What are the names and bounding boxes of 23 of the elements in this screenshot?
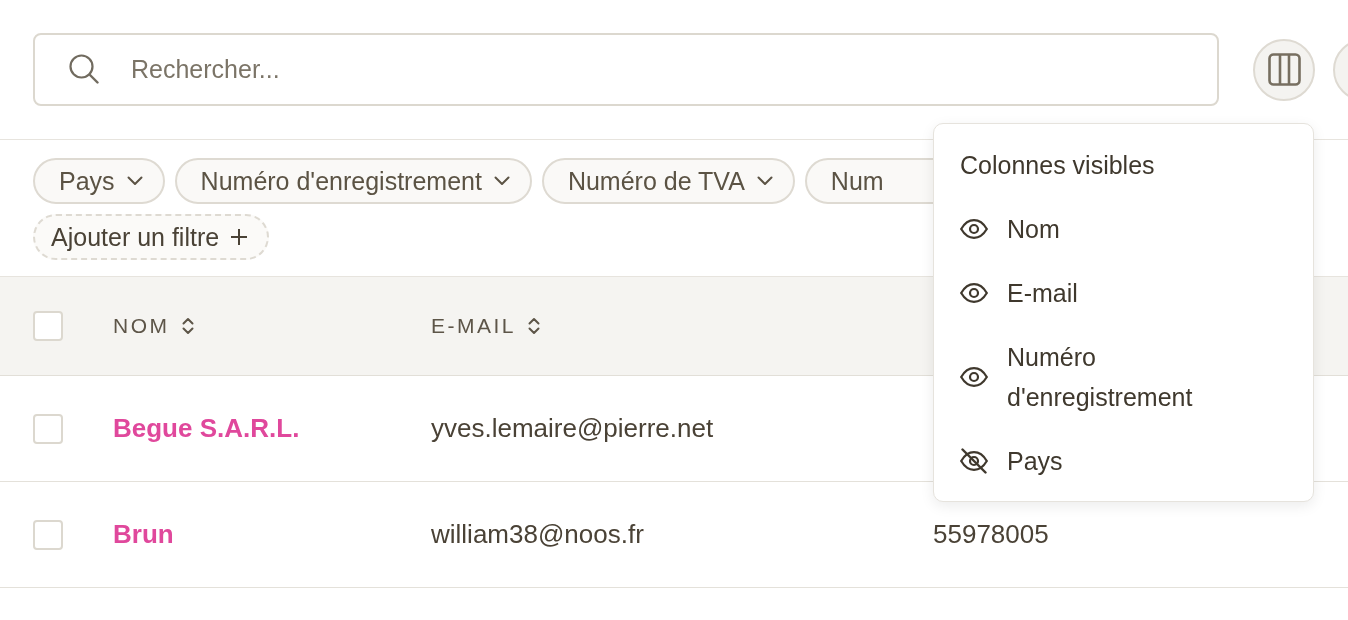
column-toggle[interactable]: E-mail bbox=[960, 273, 1078, 313]
menu-title: Colonnes visibles bbox=[960, 150, 1155, 181]
filter-chip[interactable]: Numéro d'enregistrement bbox=[174, 158, 532, 204]
email-cell: yves.lemaire@pierre.net bbox=[431, 413, 714, 444]
company-name-link[interactable]: Begue S.A.R.L. bbox=[113, 413, 300, 444]
column-header[interactable]: NOM bbox=[113, 314, 194, 338]
filter-chip[interactable]: Pays bbox=[33, 158, 165, 204]
company-name-link[interactable]: Brun bbox=[113, 519, 174, 550]
column-toggle[interactable]: Numéro d'enregistrement bbox=[960, 337, 1247, 417]
column-header[interactable]: E-MAIL bbox=[431, 314, 540, 338]
email-cell: william38@noos.fr bbox=[431, 519, 644, 550]
table-cell: 55978005 bbox=[933, 519, 1049, 550]
add-filter-button[interactable]: Ajouter un filtre bbox=[33, 214, 270, 260]
plus-icon bbox=[231, 229, 248, 245]
column-toggle[interactable]: Nom bbox=[960, 209, 1060, 249]
column-toggle[interactable]: Pays bbox=[960, 441, 1063, 481]
columns-icon bbox=[1267, 53, 1301, 86]
checkbox[interactable] bbox=[33, 413, 63, 444]
checkbox[interactable] bbox=[33, 519, 63, 550]
filter-chip[interactable]: Numéro de TVA bbox=[541, 158, 795, 204]
search-field[interactable]: Rechercher... bbox=[33, 33, 1219, 106]
checkbox[interactable] bbox=[33, 311, 63, 341]
search-icon bbox=[69, 54, 99, 84]
